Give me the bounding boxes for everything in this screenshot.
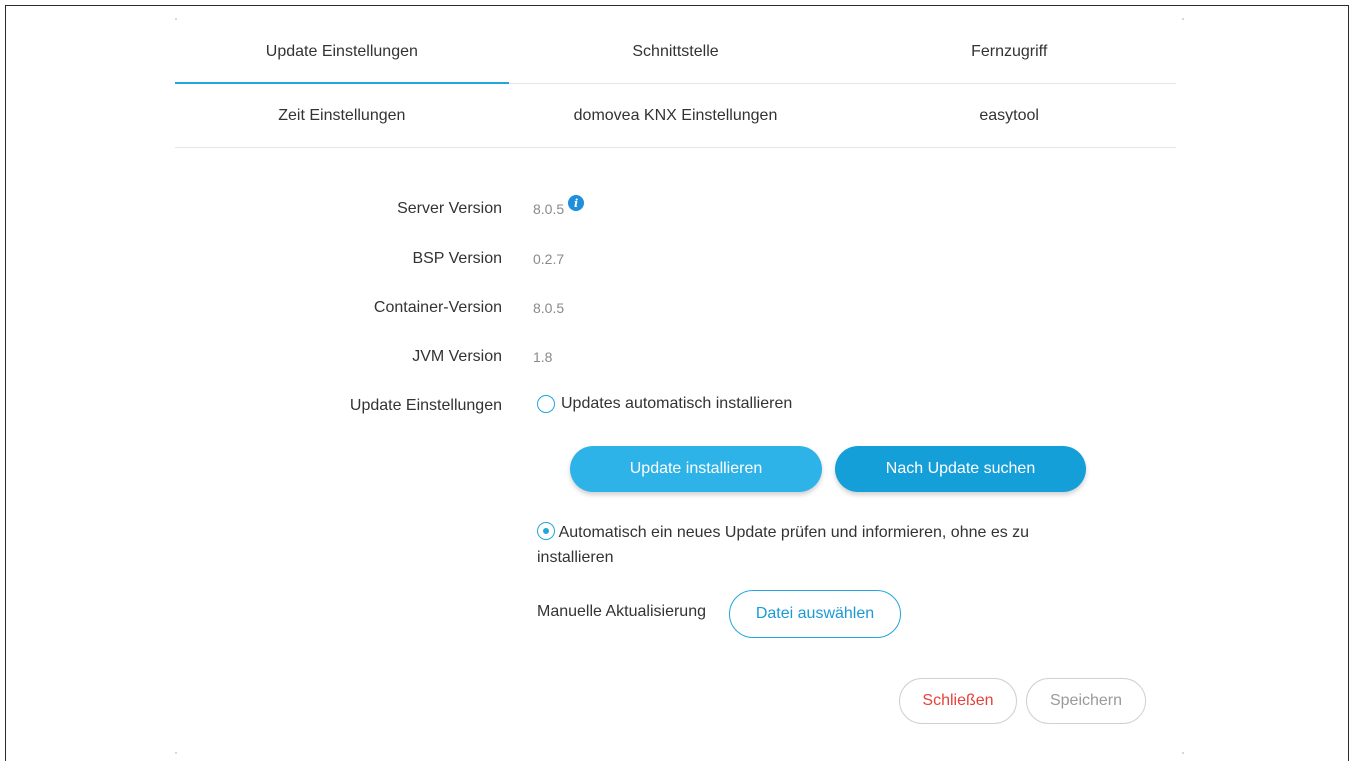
tab-zeit-einstellungen[interactable]: Zeit Einstellungen	[175, 84, 509, 147]
tab-update-einstellungen[interactable]: Update Einstellungen	[175, 20, 509, 84]
server-version-value: 8.0.5	[533, 201, 565, 217]
tab-schnittstelle[interactable]: Schnittstelle	[509, 20, 843, 83]
container-version-label: Container-Version	[373, 299, 502, 316]
tab-row-2: Zeit Einstellungen domovea KNX Einstellu…	[175, 84, 1176, 148]
server-version-label: Server Version	[397, 200, 502, 217]
server-version-value-wrap: 8.0.5 i	[533, 195, 585, 217]
tab-fernzugriff[interactable]: Fernzugriff	[842, 20, 1176, 83]
container-version-row: Container-Version 8.0.5	[175, 296, 564, 320]
update-settings-label: Update Einstellungen	[349, 397, 502, 414]
corner-mark	[1182, 18, 1184, 20]
auto-install-radio[interactable]	[537, 395, 555, 413]
jvm-version-label: JVM Version	[412, 348, 502, 365]
server-version-row: Server Version 8.0.5 i	[175, 195, 585, 221]
check-inform-option[interactable]: Automatisch ein neues Update prüfen und …	[537, 520, 1097, 570]
search-update-button[interactable]: Nach Update suchen	[835, 446, 1086, 492]
settings-tabs: Update Einstellungen Schnittstelle Fernz…	[175, 20, 1176, 148]
tab-row-1: Update Einstellungen Schnittstelle Fernz…	[175, 20, 1176, 84]
bsp-version-value: 0.2.7	[533, 251, 565, 267]
jvm-version-row: JVM Version 1.8	[175, 345, 552, 369]
tab-domovea-knx-einstellungen[interactable]: domovea KNX Einstellungen	[509, 84, 843, 147]
corner-mark	[1182, 752, 1184, 754]
auto-install-label: Updates automatisch installieren	[561, 395, 793, 412]
save-button[interactable]: Speichern	[1026, 678, 1146, 724]
check-inform-label: Automatisch ein neues Update prüfen und …	[537, 524, 1030, 566]
check-inform-radio[interactable]	[537, 522, 555, 540]
manual-update-label: Manuelle Aktualisierung	[537, 603, 706, 620]
auto-install-option[interactable]: Updates automatisch installieren	[537, 395, 792, 413]
corner-mark	[175, 752, 177, 754]
jvm-version-value: 1.8	[533, 349, 553, 365]
update-install-button[interactable]: Update installieren	[570, 446, 822, 492]
choose-file-button[interactable]: Datei auswählen	[729, 590, 901, 638]
update-settings-row: Update Einstellungen	[175, 394, 502, 418]
info-icon[interactable]: i	[568, 195, 585, 211]
close-button[interactable]: Schließen	[899, 678, 1017, 724]
bsp-version-row: BSP Version 0.2.7	[175, 247, 564, 271]
tab-easytool[interactable]: easytool	[842, 84, 1176, 147]
container-version-value: 8.0.5	[533, 300, 565, 316]
bsp-version-label: BSP Version	[412, 250, 502, 267]
